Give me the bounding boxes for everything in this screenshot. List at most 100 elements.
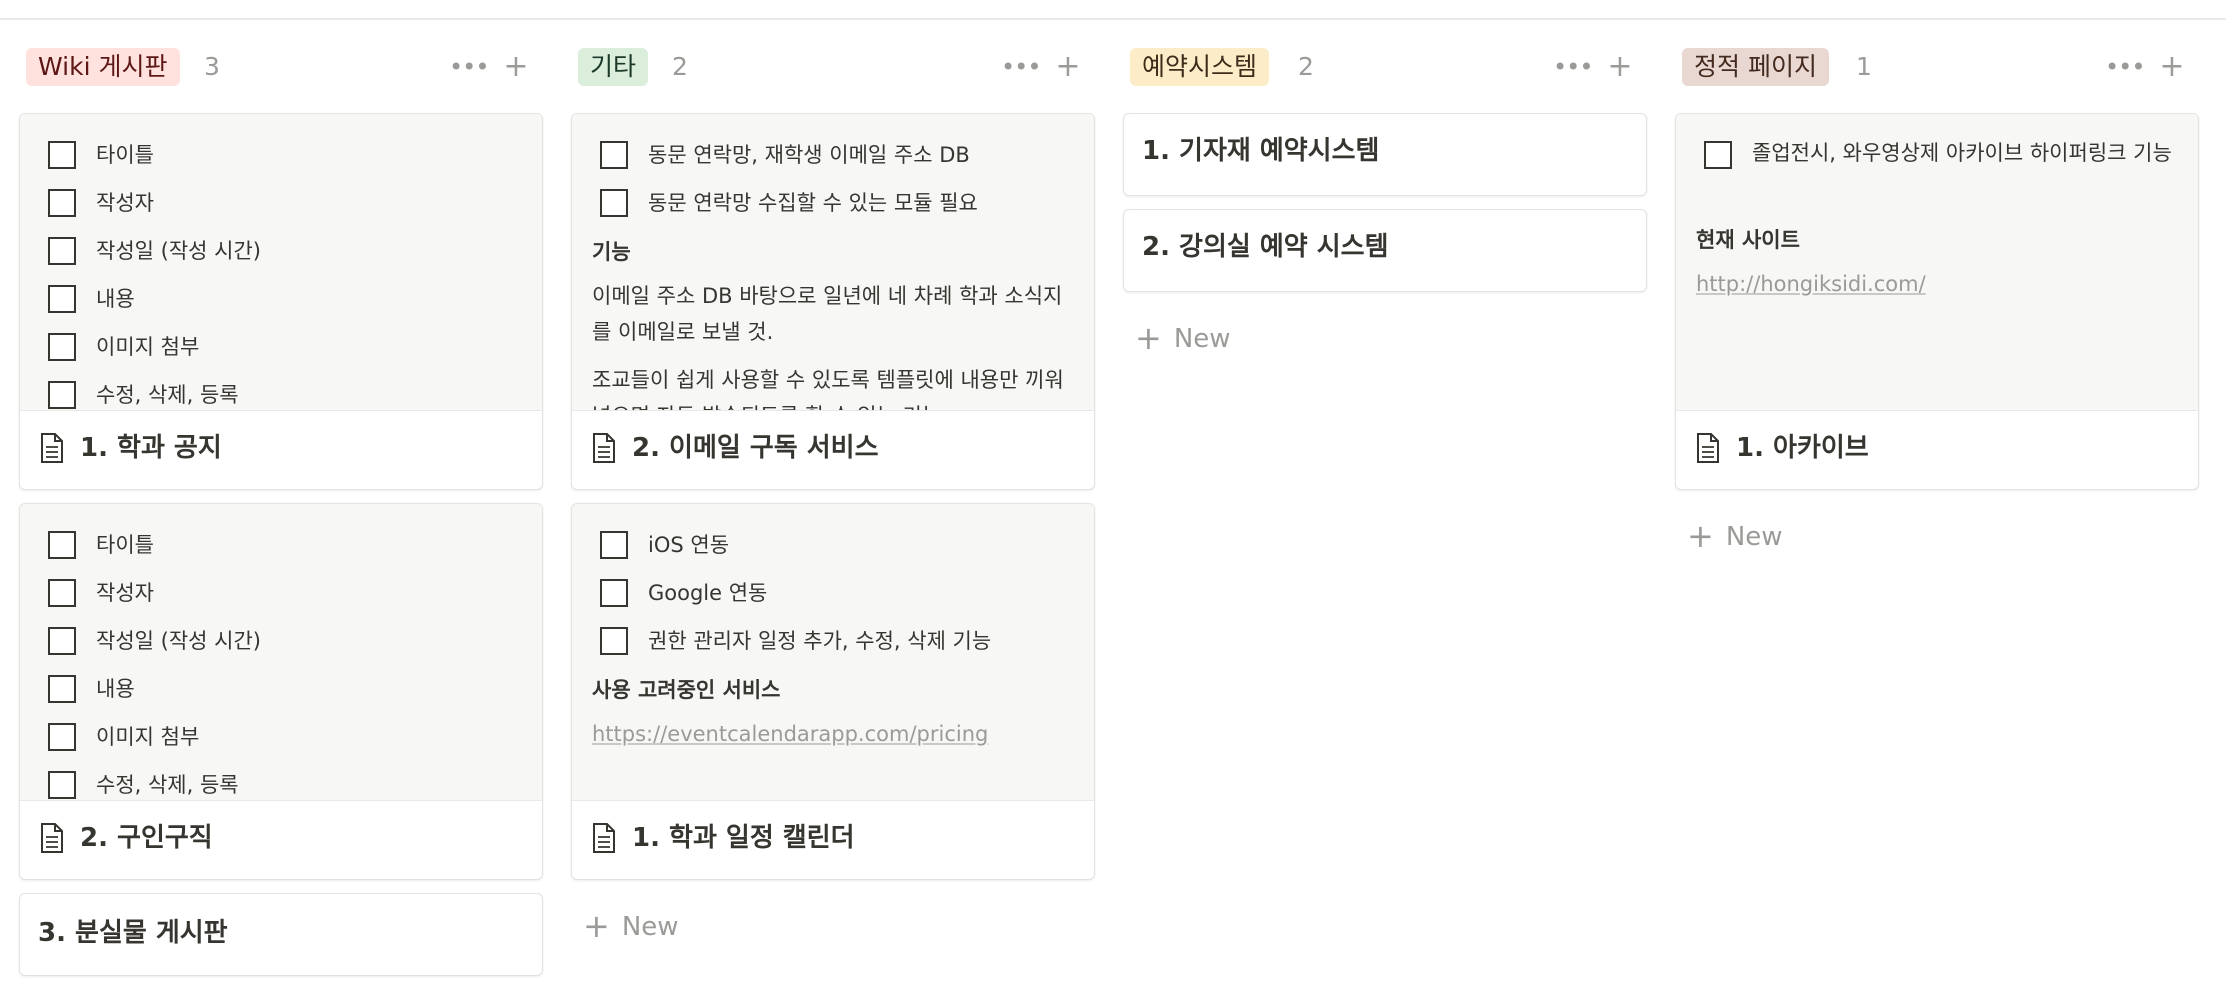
card-title: 2. 강의실 예약 시스템: [1142, 232, 1389, 262]
column-header: 정적 페이지 1 ••• +: [1675, 48, 2199, 88]
todo-text: 타이틀: [96, 143, 154, 167]
plus-icon: +: [1687, 517, 1714, 555]
card-preview: iOS 연동 Google 연동 권한 관리자 일정 추가, 수정, 삭제 기능…: [572, 504, 1094, 801]
card-title: 3. 분실물 게시판: [38, 918, 228, 948]
checkbox-unchecked-icon[interactable]: [600, 531, 628, 559]
checkbox-unchecked-icon[interactable]: [48, 381, 76, 409]
checkbox-unchecked-icon[interactable]: [48, 579, 76, 607]
plus-icon[interactable]: +: [498, 48, 534, 86]
checkbox-unchecked-icon[interactable]: [48, 627, 76, 655]
plus-icon[interactable]: +: [1050, 48, 1086, 86]
checkbox-unchecked-icon[interactable]: [48, 723, 76, 751]
board-card[interactable]: 1. 기자재 예약시스템: [1123, 113, 1647, 196]
page-document-icon: [593, 823, 615, 853]
checkbox-unchecked-icon[interactable]: [48, 333, 76, 361]
new-label: New: [1173, 324, 1231, 354]
board-card[interactable]: 타이틀 작성자 작성일 (작성 시간) 내용 이미지 첨부 수정, 삭제, 등록…: [19, 113, 543, 490]
todo-text: 작성일 (작성 시간): [96, 629, 261, 653]
new-label: New: [1725, 522, 1783, 552]
board-card[interactable]: 3. 분실물 게시판: [19, 893, 543, 976]
todo-text: 수정, 삭제, 등록: [96, 773, 239, 797]
column-etc: 기타 2 ••• + 동문 연락망, 재학생 이메일 주소 DB 동문 연락망 …: [571, 0, 1095, 992]
group-count: 1: [1856, 52, 1872, 81]
board-card[interactable]: iOS 연동 Google 연동 권한 관리자 일정 추가, 수정, 삭제 기능…: [571, 503, 1095, 880]
column-static-page: 정적 페이지 1 ••• + 졸업전시, 와우영상제 아카이브 하이퍼링크 기능…: [1675, 0, 2199, 992]
card-preview: 동문 연락망, 재학생 이메일 주소 DB 동문 연락망 수집할 수 있는 모듈…: [572, 114, 1094, 411]
group-tag[interactable]: 정적 페이지: [1682, 48, 1829, 86]
plus-icon: +: [1135, 319, 1162, 357]
todo-text: 내용: [96, 677, 135, 701]
todo-text: 동문 연락망 수집할 수 있는 모듈 필요: [648, 191, 978, 215]
card-title: 1. 아카이브: [1736, 433, 1869, 463]
todo-text: 이미지 첨부: [96, 725, 200, 749]
checkbox-unchecked-icon[interactable]: [48, 771, 76, 799]
card-preview: 졸업전시, 와우영상제 아카이브 하이퍼링크 기능 현재 사이트 http://…: [1676, 114, 2198, 411]
group-tag[interactable]: 기타: [578, 48, 649, 86]
todo-text: 권한 관리자 일정 추가, 수정, 삭제 기능: [648, 629, 992, 653]
card-title: 1. 학과 일정 캘린더: [632, 823, 855, 853]
column-reservation: 예약시스템 2 ••• + 1. 기자재 예약시스템 2. 강의실 예약 시스템…: [1123, 0, 1647, 992]
group-tag[interactable]: 예약시스템: [1130, 48, 1270, 86]
column-header: 예약시스템 2 ••• +: [1123, 48, 1647, 88]
more-dots-icon[interactable]: •••: [2105, 48, 2145, 86]
preview-heading: 기능: [592, 240, 631, 264]
new-card-button[interactable]: + New: [583, 906, 679, 946]
todo-text: 수정, 삭제, 등록: [96, 383, 239, 407]
todo-item: 졸업전시, 와우영상제 아카이브 하이퍼링크 기능: [1704, 138, 2178, 214]
checkbox-unchecked-icon[interactable]: [48, 531, 76, 559]
more-dots-icon[interactable]: •••: [1001, 48, 1041, 86]
board-card[interactable]: 동문 연락망, 재학생 이메일 주소 DB 동문 연락망 수집할 수 있는 모듈…: [571, 113, 1095, 490]
checkbox-unchecked-icon[interactable]: [600, 579, 628, 607]
kanban-board: Wiki 게시판 3 ••• + 타이틀 작성자 작성일 (작성 시간) 내용 …: [0, 0, 2226, 992]
card-title: 1. 기자재 예약시스템: [1142, 136, 1380, 166]
todo-text: Google 연동: [648, 581, 768, 605]
preview-link[interactable]: https://eventcalendarapp.com/pricing: [592, 722, 988, 746]
checkbox-unchecked-icon[interactable]: [48, 675, 76, 703]
todo-text: 동문 연락망, 재학생 이메일 주소 DB: [648, 143, 970, 167]
checkbox-unchecked-icon[interactable]: [600, 627, 628, 655]
board-card[interactable]: 2. 강의실 예약 시스템: [1123, 209, 1647, 292]
group-count: 2: [1298, 52, 1314, 81]
todo-text: 작성자: [96, 581, 154, 605]
todo-text: 내용: [96, 287, 135, 311]
todo-text: 작성일 (작성 시간): [96, 239, 261, 263]
checkbox-unchecked-icon[interactable]: [48, 189, 76, 217]
checkbox-unchecked-icon[interactable]: [48, 141, 76, 169]
preview-link[interactable]: http://hongiksidi.com/: [1696, 272, 1926, 296]
card-title: 2. 이메일 구독 서비스: [632, 433, 879, 463]
todo-text: 졸업전시, 와우영상제 아카이브 하이퍼링크 기능: [1752, 141, 2172, 165]
card-title: 1. 학과 공지: [80, 433, 222, 463]
column-header: Wiki 게시판 3 ••• +: [19, 48, 543, 88]
checkbox-unchecked-icon[interactable]: [600, 141, 628, 169]
plus-icon: +: [583, 907, 610, 945]
preview-paragraph: 이메일 주소 DB 바탕으로 일년에 네 차례 학과 소식지를 이메일로 보낼 …: [592, 284, 1063, 344]
page-document-icon: [41, 823, 63, 853]
page-document-icon: [593, 433, 615, 463]
todo-text: 작성자: [96, 191, 154, 215]
checkbox-unchecked-icon[interactable]: [600, 189, 628, 217]
todo-text: 타이틀: [96, 533, 154, 557]
group-count: 2: [672, 52, 688, 81]
board-card[interactable]: 졸업전시, 와우영상제 아카이브 하이퍼링크 기능 현재 사이트 http://…: [1675, 113, 2199, 490]
plus-icon[interactable]: +: [2154, 48, 2190, 86]
more-dots-icon[interactable]: •••: [1553, 48, 1593, 86]
more-dots-icon[interactable]: •••: [449, 48, 489, 86]
preview-paragraph: 조교들이 쉽게 사용할 수 있도록 템플릿에 내용만 끼워넣으면 자동 발송되도…: [592, 368, 1064, 410]
preview-heading: 현재 사이트: [1696, 228, 1800, 252]
group-tag[interactable]: Wiki 게시판: [26, 48, 180, 86]
group-count: 3: [204, 52, 220, 81]
page-document-icon: [41, 433, 63, 463]
board-card[interactable]: 타이틀 작성자 작성일 (작성 시간) 내용 이미지 첨부 수정, 삭제, 등록…: [19, 503, 543, 880]
card-title: 2. 구인구직: [80, 823, 213, 853]
checkbox-unchecked-icon[interactable]: [48, 285, 76, 313]
new-card-button[interactable]: + New: [1687, 516, 1783, 556]
column-wiki: Wiki 게시판 3 ••• + 타이틀 작성자 작성일 (작성 시간) 내용 …: [19, 0, 543, 992]
column-header: 기타 2 ••• +: [571, 48, 1095, 88]
new-card-button[interactable]: + New: [1135, 318, 1231, 358]
card-preview: 타이틀 작성자 작성일 (작성 시간) 내용 이미지 첨부 수정, 삭제, 등록: [20, 114, 542, 411]
checkbox-unchecked-icon[interactable]: [1704, 141, 1732, 169]
plus-icon[interactable]: +: [1602, 48, 1638, 86]
checkbox-unchecked-icon[interactable]: [48, 237, 76, 265]
page-document-icon: [1697, 433, 1719, 463]
card-preview: 타이틀 작성자 작성일 (작성 시간) 내용 이미지 첨부 수정, 삭제, 등록: [20, 504, 542, 801]
